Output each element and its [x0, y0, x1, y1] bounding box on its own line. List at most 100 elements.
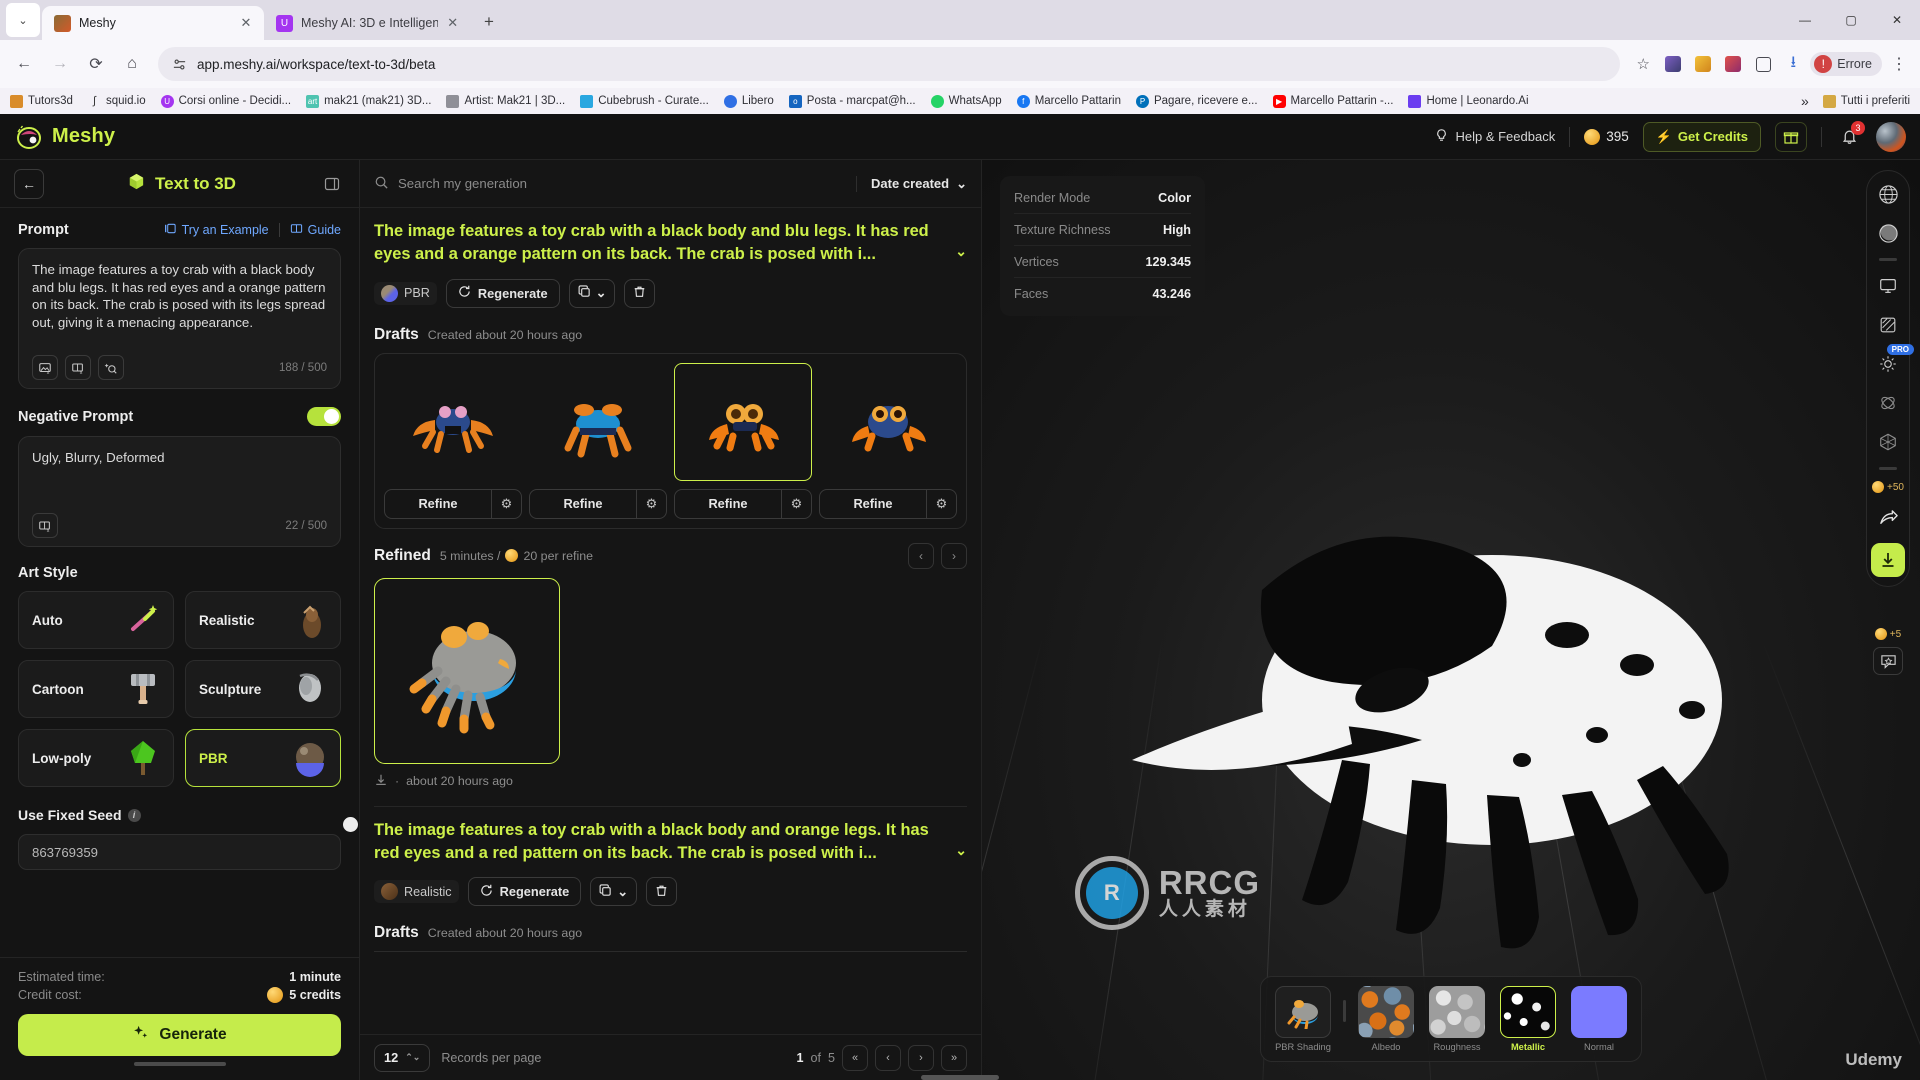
clear-text-icon[interactable]: x	[32, 513, 58, 538]
lighting-icon[interactable]: PRO	[1874, 344, 1914, 378]
tab-search-button[interactable]: ⌄	[6, 3, 40, 37]
clear-text-icon[interactable]: x	[65, 355, 91, 380]
refine-button-2[interactable]: Refine ⚙	[674, 488, 812, 519]
sort-dropdown[interactable]: Date created ⌄	[856, 175, 967, 192]
regenerate-button[interactable]: Regenerate	[445, 278, 560, 308]
guide-link[interactable]: Guide	[290, 222, 341, 238]
delete-button[interactable]	[624, 278, 656, 308]
refined-thumbnail[interactable]	[374, 577, 560, 764]
delete-button[interactable]	[646, 877, 678, 907]
browser-tab-0[interactable]: Meshy ✕	[42, 6, 264, 40]
address-bar[interactable]: app.meshy.ai/workspace/text-to-3d/beta	[158, 47, 1621, 81]
bookmark-item[interactable]: ∫ squid.io	[88, 95, 146, 108]
reload-icon[interactable]: ⟳	[80, 48, 112, 80]
home-icon[interactable]: ⌂	[116, 48, 148, 80]
browser-menu-icon[interactable]: ⋮	[1886, 51, 1912, 77]
extension-icon-3[interactable]	[1720, 51, 1746, 77]
gear-icon[interactable]: ⚙	[781, 489, 811, 518]
chevron-down-icon[interactable]: ⌄	[955, 220, 967, 267]
last-page-button[interactable]: »	[941, 1044, 967, 1071]
help-feedback-button[interactable]: Help & Feedback	[1434, 128, 1555, 146]
material-albedo[interactable]: Albedo	[1355, 986, 1417, 1052]
extensions-puzzle-icon[interactable]	[1750, 51, 1776, 77]
bookmark-item[interactable]: P Pagare, ricevere e...	[1135, 94, 1258, 108]
forward-icon[interactable]: →	[44, 48, 76, 80]
monitor-icon[interactable]	[1874, 272, 1902, 300]
draft-thumbnail-2[interactable]	[674, 362, 812, 481]
bookmark-item[interactable]: ▶ Marcello Pattarin -...	[1272, 94, 1393, 108]
copy-button[interactable]: ⌄	[590, 877, 638, 907]
material-roughness[interactable]: Roughness	[1426, 986, 1488, 1052]
profile-error-badge[interactable]: ! Errore	[1810, 52, 1882, 76]
download-icon[interactable]	[374, 773, 388, 790]
bookmarks-overflow-icon[interactable]: »	[1801, 93, 1809, 109]
info-icon[interactable]: i	[127, 808, 141, 822]
minimize-icon[interactable]: —	[1782, 0, 1828, 40]
maximize-icon[interactable]: ▢	[1828, 0, 1874, 40]
wireframe-sphere-icon[interactable]	[1874, 180, 1902, 208]
negative-prompt-toggle[interactable]	[307, 407, 341, 426]
gift-icon[interactable]	[1775, 121, 1807, 152]
records-per-page-select[interactable]: 12 ⌃⌄	[374, 1043, 431, 1072]
generate-button[interactable]: Generate	[18, 1014, 341, 1056]
extension-icon-2[interactable]	[1690, 51, 1716, 77]
notifications-bell-icon[interactable]: 3	[1836, 120, 1865, 150]
close-icon[interactable]: ✕	[446, 15, 459, 31]
material-metallic[interactable]: Metallic	[1497, 986, 1559, 1052]
copy-button[interactable]: ⌄	[568, 278, 616, 308]
extension-icon-1[interactable]	[1660, 51, 1686, 77]
downloads-icon[interactable]: ⭳	[1780, 51, 1806, 77]
shading-sphere-icon[interactable]	[1874, 219, 1902, 247]
material-normal[interactable]: Normal	[1568, 986, 1630, 1052]
search-input[interactable]: Search my generation	[374, 175, 846, 193]
draft-thumbnail-3[interactable]	[819, 363, 957, 481]
chevron-down-icon[interactable]: ⌄	[955, 819, 967, 866]
bookmark-item[interactable]: Cubebrush - Curate...	[580, 94, 709, 108]
gear-icon[interactable]: ⚙	[491, 489, 521, 518]
polygon-icon[interactable]	[1874, 428, 1902, 456]
bookmark-item[interactable]: Home | Leonardo.Ai	[1408, 94, 1529, 108]
negative-prompt-input[interactable]: Ugly, Blurry, Deformed x 22 / 500	[18, 436, 341, 547]
meshy-logo[interactable]: Meshy	[14, 123, 115, 151]
art-style-lowpoly[interactable]: Low-poly	[18, 729, 174, 787]
bookmark-item[interactable]: Artist: Mak21 | 3D...	[446, 94, 565, 108]
avatar[interactable]	[1876, 121, 1906, 152]
toggle-panel-icon[interactable]	[319, 171, 345, 197]
gear-icon[interactable]: ⚙	[926, 489, 956, 518]
art-style-sculpture[interactable]: Sculpture	[185, 660, 341, 718]
enhance-prompt-icon[interactable]	[98, 355, 124, 380]
prev-page-button[interactable]: ‹	[875, 1044, 901, 1071]
material-pbr-shading[interactable]: PBR Shading	[1272, 986, 1334, 1052]
refine-button-0[interactable]: Refine ⚙	[384, 488, 522, 519]
download-model-button[interactable]	[1871, 543, 1905, 577]
rate-model-icon[interactable]	[1873, 647, 1903, 675]
site-settings-icon[interactable]	[172, 57, 187, 72]
back-button[interactable]: ←	[14, 168, 44, 199]
gear-icon[interactable]: ⚙	[636, 489, 666, 518]
close-window-icon[interactable]: ✕	[1874, 0, 1920, 40]
credits-counter[interactable]: 395	[1584, 128, 1629, 145]
seed-input[interactable]: 863769359	[18, 834, 341, 870]
share-icon[interactable]	[1874, 504, 1902, 532]
draft-thumbnail-1[interactable]	[529, 363, 667, 481]
first-page-button[interactable]: «	[842, 1044, 868, 1071]
get-credits-button[interactable]: ⚡ Get Credits	[1642, 121, 1761, 152]
refine-button-1[interactable]: Refine ⚙	[529, 488, 667, 519]
bookmark-item[interactable]: Tutors3d	[10, 94, 73, 108]
new-tab-button[interactable]: +	[475, 8, 503, 36]
hatch-texture-icon[interactable]	[1874, 311, 1902, 339]
try-example-link[interactable]: Try an Example	[164, 222, 269, 238]
bookmark-item[interactable]: art mak21 (mak21) 3D...	[306, 94, 431, 108]
bookmark-item[interactable]: Libero	[723, 94, 774, 108]
prev-icon[interactable]: ‹	[908, 542, 934, 569]
bookmark-item[interactable]: o Posta - marcpat@h...	[788, 94, 916, 108]
all-bookmarks-button[interactable]: Tutti i preferiti	[1822, 94, 1910, 108]
close-icon[interactable]: ✕	[238, 15, 254, 31]
next-icon[interactable]: ›	[941, 542, 967, 569]
bookmark-item[interactable]: WhatsApp	[930, 94, 1002, 108]
model-viewport[interactable]: Render Mode Color Texture Richness High …	[982, 160, 1920, 1080]
bookmark-item[interactable]: U Corsi online - Decidi...	[160, 94, 291, 108]
atom-icon[interactable]	[1874, 389, 1902, 417]
art-style-cartoon[interactable]: Cartoon	[18, 660, 174, 718]
art-style-auto[interactable]: Auto	[18, 591, 174, 649]
